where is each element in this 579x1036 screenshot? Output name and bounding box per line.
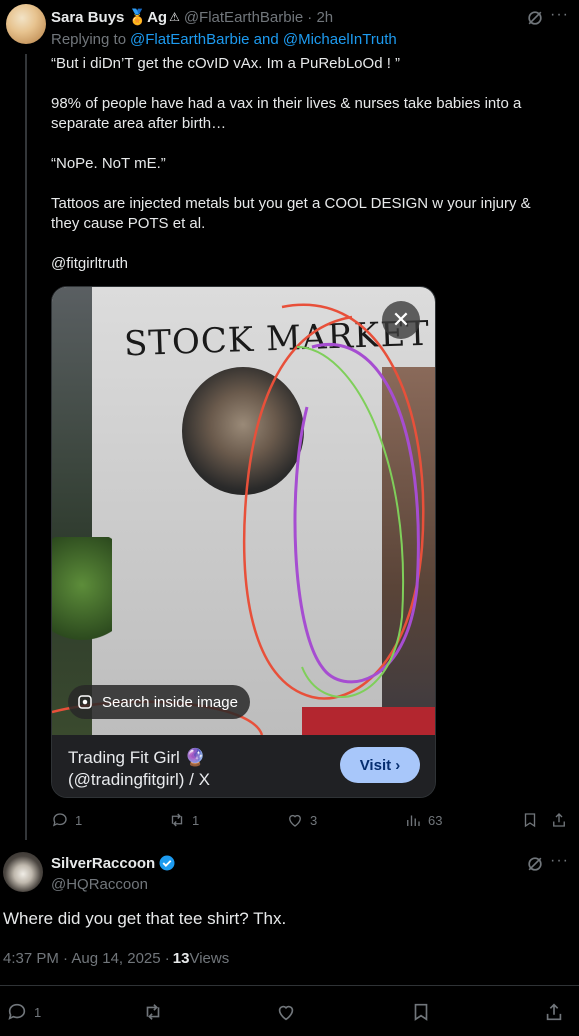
display-name[interactable]: Sara Buys (51, 9, 124, 26)
tweet-paragraph: 98% of people have had a vax in their li… (51, 95, 522, 132)
heart-icon (278, 1005, 294, 1021)
tweet-header: Sara Buys 🏅 Ag ⚠ @FlatEarthBarbie · 2h (51, 8, 333, 27)
like-button[interactable]: 3 (286, 811, 317, 829)
tweet-text: Where did you get that tee shirt? Thx. (3, 909, 287, 928)
share-icon (546, 1003, 562, 1021)
mention-link[interactable]: @fitgirltruth (51, 254, 128, 274)
card-title[interactable]: Trading Fit Girl 🔮 (@tradingfitgirl) / X (68, 747, 268, 791)
bookmark-button[interactable] (410, 1001, 432, 1023)
tweet-header: SilverRaccoon (51, 854, 176, 872)
thread-line (25, 54, 27, 840)
replying-to-link[interactable]: @FlatEarthBarbie and @MichaelInTruth (130, 31, 397, 48)
reply-icon (52, 813, 67, 827)
shirt-photo[interactable]: STOCK MARKET Search inside image ✕ (52, 287, 435, 735)
tweet-meta: 4:37 PM · Aug 14, 2025 · 13 Views (3, 950, 229, 967)
card-title-line: Trading Fit Girl 🔮 (68, 748, 206, 767)
search-inside-image-label: Search inside image (102, 693, 238, 711)
avatar[interactable] (6, 4, 46, 44)
display-name[interactable]: SilverRaccoon (51, 855, 155, 872)
handle[interactable]: @HQRaccoon (51, 876, 148, 893)
tweet-paragraph: Tattoos are injected metals but you get … (51, 195, 531, 232)
repost-icon (146, 1004, 160, 1020)
heart-icon (289, 814, 301, 827)
share-icon (553, 813, 565, 827)
share-button[interactable] (550, 811, 568, 829)
handle-row: @HQRaccoon (51, 876, 148, 893)
repost-icon (171, 813, 183, 827)
scribble-overlay (52, 303, 425, 735)
grok-icon[interactable] (525, 8, 545, 28)
reply-button[interactable]: 1 (51, 811, 82, 829)
more-icon[interactable]: ··· (550, 6, 569, 24)
bookmark-button[interactable] (521, 811, 539, 829)
views-button[interactable]: 63 (404, 811, 442, 829)
more-icon[interactable]: ··· (550, 852, 569, 870)
repost-button[interactable] (142, 1001, 164, 1023)
divider (0, 985, 579, 986)
reply-count: 1 (34, 1004, 42, 1020)
repost-count: 1 (192, 812, 200, 828)
search-inside-image-button[interactable]: Search inside image (68, 685, 250, 719)
views-icon (407, 815, 420, 826)
close-icon[interactable]: ✕ (382, 301, 420, 339)
views-label: Views (189, 950, 230, 967)
visit-button[interactable]: Visit › (340, 747, 420, 783)
tweet-paragraph: “But i diDn’T get the cOvID vAx. Im a Pu… (51, 55, 401, 72)
lens-icon (78, 695, 92, 709)
medal-icon: 🏅 (128, 9, 148, 26)
repost-button[interactable]: 1 (168, 811, 199, 829)
bookmark-icon (414, 1003, 428, 1021)
views-count: 63 (428, 812, 443, 828)
reply-count: 1 (75, 812, 83, 828)
name-suffix: Ag (147, 8, 168, 26)
replying-prefix: Replying to (51, 31, 127, 48)
like-count: 3 (310, 812, 318, 828)
reply-icon (8, 1003, 26, 1020)
card-title-line: (@tradingfitgirl) / X (68, 770, 210, 789)
timestamp[interactable]: 4:37 PM · Aug 14, 2025 · (3, 950, 170, 967)
tweet-time[interactable]: · 2h (307, 9, 333, 26)
verified-icon (159, 855, 175, 871)
tweet-paragraph: “NoPe. NoT mE.” (51, 155, 166, 172)
share-button[interactable] (543, 1001, 565, 1023)
avatar[interactable] (3, 852, 43, 892)
replying-to: Replying to @FlatEarthBarbie and @Michae… (51, 31, 397, 48)
grok-icon[interactable] (525, 854, 545, 874)
like-button[interactable] (275, 1001, 297, 1023)
bookmark-icon (524, 813, 536, 828)
warning-icon: ⚠ (169, 10, 180, 24)
link-card[interactable]: STOCK MARKET Search inside image ✕ Tradi… (51, 286, 436, 798)
reply-button[interactable]: 1 (6, 1001, 41, 1023)
handle[interactable]: @FlatEarthBarbie (184, 9, 303, 26)
views-number: 13 (172, 950, 190, 967)
